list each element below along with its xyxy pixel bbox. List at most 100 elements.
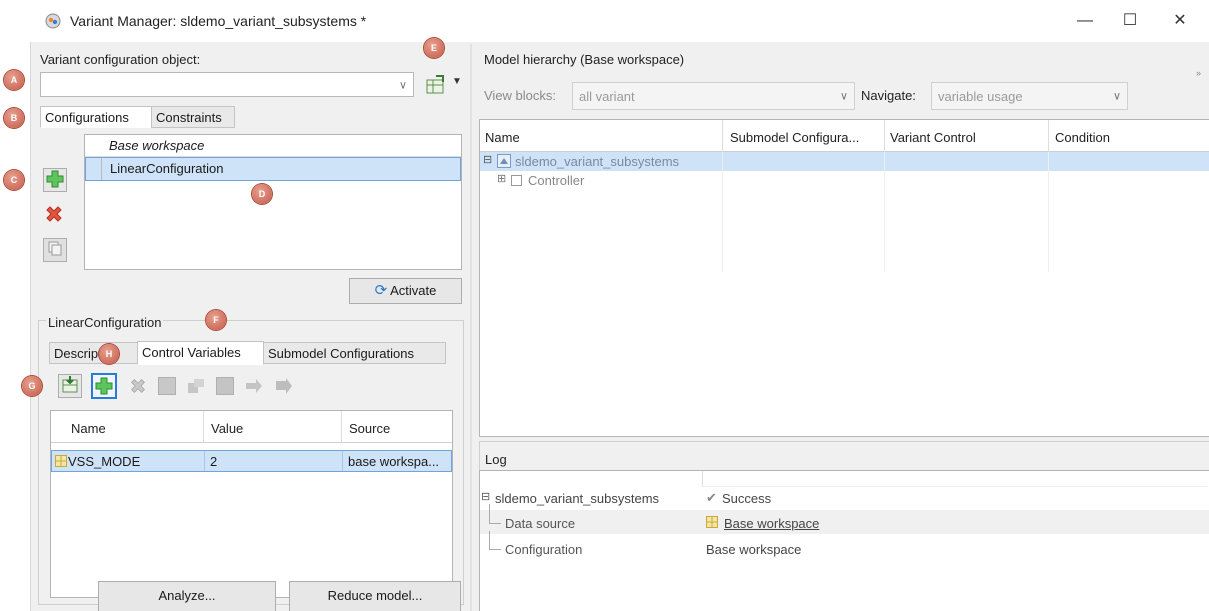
col-header-name[interactable]: Name <box>485 130 520 145</box>
log-row-name: Configuration <box>505 542 583 557</box>
analyze-button[interactable]: Analyze... <box>98 581 276 611</box>
maximize-button[interactable]: ☐ <box>1110 8 1150 34</box>
tree-row[interactable]: ⊞ Controller <box>480 172 1209 190</box>
col-header-value[interactable]: Value <box>211 421 243 436</box>
variable-name: VSS_MODE <box>68 454 141 469</box>
export-config-icon <box>426 75 444 94</box>
add-icon <box>95 377 113 395</box>
close-button[interactable]: ✕ <box>1160 8 1200 34</box>
add-configuration-button[interactable] <box>43 168 67 192</box>
variable-icon <box>55 455 67 467</box>
navigate-dropdown[interactable]: variable usage ∨ <box>931 82 1128 110</box>
activate-button[interactable]: ⟳ Activate <box>349 278 462 304</box>
pane-splitter[interactable] <box>470 44 472 611</box>
table-row[interactable]: VSS_MODE 2 base workspa... <box>51 450 452 472</box>
config-object-menu-button[interactable]: ▼ <box>422 72 468 98</box>
annotation-marker-b: B <box>4 108 24 128</box>
tree-row[interactable]: ⊟ sldemo_variant_subsystems <box>480 152 1209 171</box>
config-object-dropdown[interactable]: ∨ <box>40 72 414 97</box>
config-row-name: LinearConfiguration <box>110 161 224 176</box>
col-divider <box>1048 120 1049 152</box>
col-divider <box>884 152 885 272</box>
convert-variable-icon[interactable] <box>216 377 234 395</box>
log-row-value: Base workspace <box>706 542 802 557</box>
dropdown-arrow-icon: ▼ <box>452 76 462 87</box>
annotation-marker-c: C <box>4 170 24 190</box>
add-variable-button[interactable] <box>91 373 117 399</box>
col-header-source[interactable]: Source <box>349 421 390 436</box>
tree-row-name: sldemo_variant_subsystems <box>515 154 680 169</box>
tab-configurations[interactable]: Configurations <box>40 106 152 128</box>
navigate-label: Navigate: <box>861 88 916 103</box>
delete-icon <box>46 206 62 222</box>
tab-constraints[interactable]: Constraints <box>151 106 235 128</box>
log-row-name: Data source <box>505 516 576 531</box>
delete-configuration-button[interactable] <box>43 203 67 227</box>
log-row-value: Success <box>722 491 772 506</box>
log-header-spacer <box>702 471 1207 487</box>
collapse-icon[interactable]: ⊟ <box>481 490 490 503</box>
col-divider <box>884 120 885 152</box>
col-header-name[interactable]: Name <box>71 421 106 436</box>
vars-table-header: Name Value Source <box>51 411 452 443</box>
col-divider <box>203 411 204 443</box>
checkmark-icon: ✔ <box>706 490 717 505</box>
log-row-name: sldemo_variant_subsystems <box>495 491 660 506</box>
model-hierarchy-tree: Name Submodel Configura... Variant Contr… <box>479 119 1209 437</box>
tab-submodel-configurations[interactable]: Submodel Configurations <box>263 342 446 364</box>
minimize-button[interactable]: — <box>1065 8 1105 34</box>
chevron-down-icon: ∨ <box>839 90 848 103</box>
tree-connector <box>489 504 501 524</box>
col-divider <box>722 152 723 272</box>
copy-configuration-button[interactable] <box>43 238 67 262</box>
move-down-icon[interactable] <box>274 377 294 395</box>
col-header-variant-control[interactable]: Variant Control <box>890 130 976 145</box>
overflow-chevron-icon[interactable]: » <box>1196 68 1201 78</box>
import-icon <box>62 376 78 393</box>
col-divider <box>341 411 342 443</box>
view-blocks-value: all variant <box>579 89 635 104</box>
window-title: Variant Manager: sldemo_variant_subsyste… <box>70 13 367 29</box>
variable-value[interactable]: 2 <box>210 454 217 469</box>
annotation-marker-d: D <box>252 184 272 204</box>
control-variables-toolbar <box>58 373 348 402</box>
tree-header: Name Submodel Configura... Variant Contr… <box>480 120 1209 152</box>
variant-manager-app-icon <box>45 13 61 29</box>
view-blocks-dropdown[interactable]: all variant ∨ <box>572 82 855 110</box>
annotation-marker-a: A <box>4 70 24 90</box>
tab-description[interactable]: Description <box>49 342 138 364</box>
annotation-marker-e: E <box>424 38 444 58</box>
model-hierarchy-title: Model hierarchy (Base workspace) <box>484 52 685 67</box>
subsystem-icon <box>511 175 522 186</box>
view-blocks-label: View blocks: <box>484 88 557 103</box>
control-variables-table: Name Value Source VSS_MODE 2 base worksp… <box>50 410 453 598</box>
import-variables-button[interactable] <box>58 374 82 398</box>
add-icon <box>46 170 64 188</box>
move-up-icon[interactable] <box>244 377 264 395</box>
reduce-model-button[interactable]: Reduce model... <box>289 581 461 611</box>
collapse-icon[interactable]: ⊟ <box>483 153 492 166</box>
annotation-marker-h: H <box>99 344 119 364</box>
cell-divider <box>342 451 343 471</box>
workspace-icon <box>706 516 718 528</box>
config-row[interactable]: LinearConfiguration <box>85 157 461 181</box>
delete-variable-button[interactable] <box>128 376 148 396</box>
col-divider <box>1048 152 1049 272</box>
annotation-marker-f: F <box>206 310 226 330</box>
config-object-label: Variant configuration object: <box>40 52 201 67</box>
col-divider <box>722 120 723 152</box>
config-list-header: Base workspace <box>109 138 205 153</box>
data-source-link[interactable]: Base workspace <box>724 516 819 531</box>
refresh-icon: ⟳ <box>374 282 388 299</box>
edit-variable-icon[interactable] <box>158 377 176 395</box>
col-header-submodel-config[interactable]: Submodel Configura... <box>730 130 859 145</box>
tab-control-variables[interactable]: Control Variables <box>137 341 264 365</box>
expand-icon[interactable]: ⊞ <box>497 172 506 185</box>
log-table: ⊟ sldemo_variant_subsystems ✔ Success Da… <box>479 470 1209 611</box>
model-icon <box>497 154 511 168</box>
chevron-down-icon: ∨ <box>398 79 407 91</box>
variable-source[interactable]: base workspa... <box>348 454 439 469</box>
copy-variable-icon[interactable] <box>186 377 206 395</box>
col-header-condition[interactable]: Condition <box>1055 130 1110 145</box>
log-title: Log <box>485 452 507 467</box>
